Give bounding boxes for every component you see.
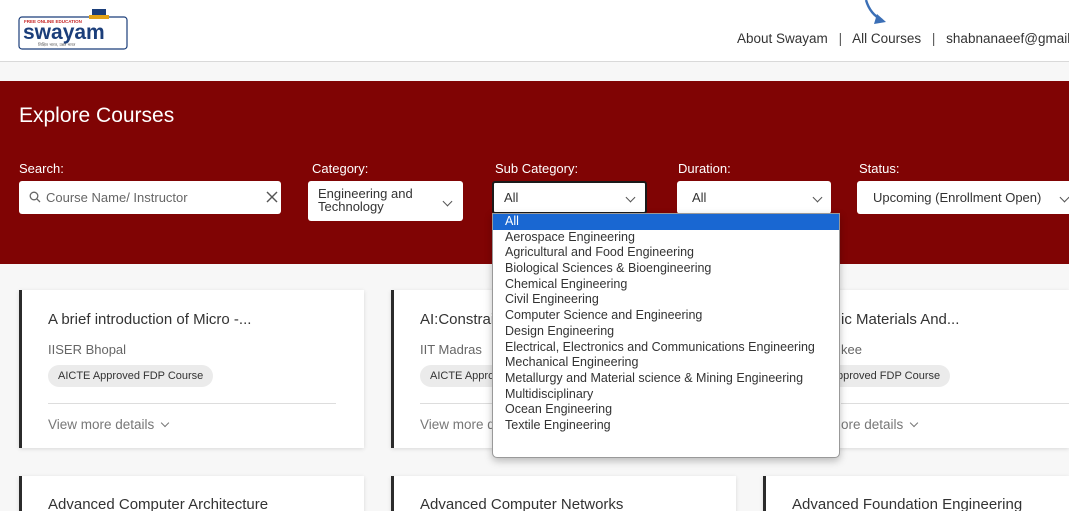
top-navigation: About Swayam | All Courses | shabnanaeef… (737, 31, 1069, 46)
chevron-down-icon (910, 418, 919, 428)
sub-category-option[interactable]: Metallurgy and Material science & Mining… (493, 371, 839, 387)
view-more-label: View more details (48, 417, 155, 432)
nav-user-account-link[interactable]: shabnanaeef@gmail.c (946, 31, 1069, 46)
sub-category-option[interactable]: Aerospace Engineering (493, 230, 839, 246)
sub-category-label: Sub Category: (495, 161, 579, 176)
search-icon (29, 191, 41, 203)
sub-category-select-value: All (504, 190, 519, 205)
card-divider (48, 403, 336, 404)
sub-category-select[interactable]: All (492, 181, 647, 214)
swayam-logo[interactable]: FREE ONLINE EDUCATION swayam शिक्षित भार… (18, 9, 130, 51)
sub-category-option[interactable]: Chemical Engineering (493, 277, 839, 293)
view-more-details-toggle[interactable]: ore details (841, 417, 919, 432)
category-label: Category: (312, 161, 369, 176)
category-select-value: Engineering and Technology (318, 186, 413, 214)
duration-select[interactable]: All (677, 181, 831, 214)
status-label: Status: (859, 161, 900, 176)
sub-category-option[interactable]: Agricultural and Food Engineering (493, 245, 839, 261)
search-label: Search: (19, 161, 64, 176)
sub-category-option[interactable]: All (493, 214, 839, 230)
chevron-down-icon (161, 418, 170, 428)
course-title[interactable]: Advanced Computer Networks (420, 496, 623, 511)
card-accent-bar (391, 290, 394, 448)
duration-select-value: All (692, 190, 707, 205)
course-title[interactable]: Advanced Computer Architecture (48, 496, 268, 511)
card-accent-bar (391, 476, 394, 511)
course-title[interactable]: Advanced Foundation Engineering (792, 496, 1022, 511)
view-more-label: View more d (420, 417, 495, 432)
course-card[interactable]: Advanced Computer Architecture (19, 476, 364, 511)
card-accent-bar (19, 290, 22, 448)
nav-about-swayam-link[interactable]: About Swayam (737, 31, 828, 46)
duration-label: Duration: (678, 161, 731, 176)
swayam-logo-image: FREE ONLINE EDUCATION swayam शिक्षित भार… (18, 9, 128, 50)
logo-tagline-bottom: शिक्षित भारत, उन्नत भारत (38, 42, 76, 47)
chevron-down-icon (442, 196, 453, 207)
annotation-arrow-icon (864, 0, 886, 24)
search-field (19, 181, 281, 214)
sub-category-option[interactable]: Textile Engineering (493, 418, 839, 434)
sub-category-option[interactable]: Mechanical Engineering (493, 355, 839, 371)
chevron-down-icon (625, 192, 636, 203)
sub-category-option[interactable]: Civil Engineering (493, 292, 839, 308)
sub-category-option[interactable]: Computer Science and Engineering (493, 308, 839, 324)
course-badge: AICTE Approved FDP Course (48, 365, 214, 387)
card-accent-bar (19, 476, 22, 511)
view-more-details-toggle[interactable]: View more details (48, 417, 170, 432)
view-more-label: ore details (841, 417, 904, 432)
page-title: Explore Courses (19, 104, 175, 127)
sub-category-option[interactable]: Biological Sciences & Bioengineering (493, 261, 839, 277)
logo-wordmark: swayam (23, 21, 105, 44)
chevron-down-icon (1059, 192, 1069, 203)
sub-category-option[interactable]: Design Engineering (493, 324, 839, 340)
course-card[interactable]: A brief introduction of Micro -... IISER… (19, 290, 364, 448)
course-title[interactable]: AI:Constrai (420, 311, 494, 328)
swayam-explore-courses-page: FREE ONLINE EDUCATION swayam शिक्षित भार… (0, 0, 1069, 511)
course-institute: IIT Madras (420, 342, 482, 357)
course-title[interactable]: ic Materials And... (841, 311, 959, 328)
card-accent-bar (763, 476, 766, 511)
view-more-details-toggle[interactable]: View more d (420, 417, 495, 432)
clear-search-icon[interactable] (265, 190, 279, 204)
status-select-value: Upcoming (Enrollment Open) (873, 190, 1042, 205)
course-card[interactable]: Advanced Computer Networks (391, 476, 736, 511)
course-institute: IISER Bhopal (48, 342, 127, 357)
sub-category-option[interactable]: Multidisciplinary (493, 387, 839, 403)
search-input[interactable] (46, 181, 241, 214)
course-institute: kee (841, 342, 862, 357)
sub-category-option[interactable]: Ocean Engineering (493, 402, 839, 418)
status-select[interactable]: Upcoming (Enrollment Open) (857, 181, 1069, 214)
sub-category-dropdown-list: All Aerospace Engineering Agricultural and… (492, 213, 840, 458)
nav-separator: | (838, 31, 843, 46)
course-card[interactable]: Advanced Foundation Engineering (763, 476, 1069, 511)
sub-category-option[interactable]: Electrical, Electronics and Communicatio… (493, 340, 839, 356)
nav-all-courses-link[interactable]: All Courses (852, 31, 921, 46)
course-badge: pproved FDP Course (829, 365, 951, 387)
category-select[interactable]: Engineering and Technology (308, 181, 463, 221)
card-divider (841, 403, 1069, 404)
chevron-down-icon (812, 192, 823, 203)
nav-separator: | (931, 31, 936, 46)
site-header: FREE ONLINE EDUCATION swayam शिक्षित भार… (0, 0, 1069, 62)
course-title[interactable]: A brief introduction of Micro -... (48, 311, 251, 328)
